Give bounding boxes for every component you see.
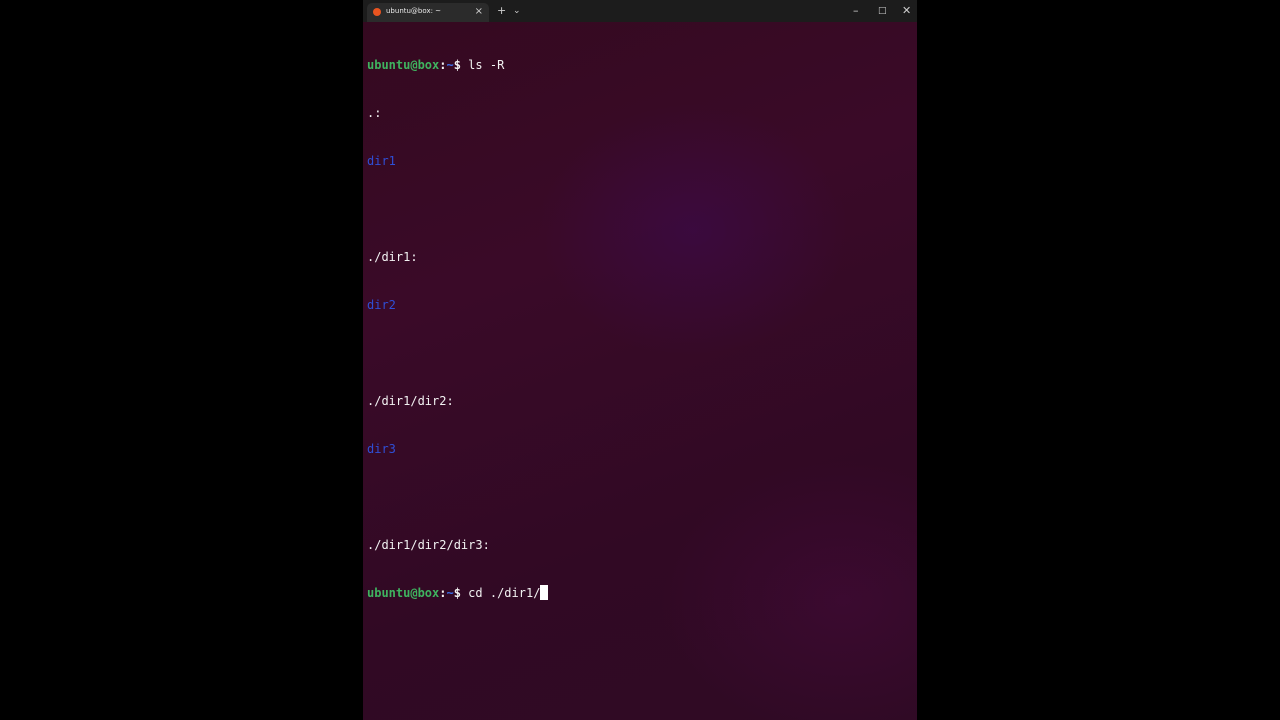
title-bar: ubuntu@box: ~ × + ⌄ – □ ✕ — [363, 0, 917, 22]
chevron-down-icon[interactable]: ⌄ — [513, 3, 521, 19]
command-line[interactable]: ubuntu@box:~$ cd ./dir1/ — [367, 585, 913, 601]
directory-entry: dir2 — [367, 298, 396, 312]
command-line: ubuntu@box:~$ ls -R — [367, 57, 913, 73]
command-input[interactable]: cd ./dir1/ — [461, 586, 540, 600]
maximize-button[interactable]: □ — [878, 3, 887, 19]
text-cursor — [540, 585, 549, 600]
directory-entry: dir1 — [367, 154, 396, 168]
output-heading: ./dir1: — [367, 250, 418, 264]
terminal-output[interactable]: ubuntu@box:~$ ls -R .: dir1 ./dir1: dir2… — [367, 25, 913, 633]
output-heading: ./dir1/dir2/dir3: — [367, 538, 490, 552]
output-heading: ./dir1/dir2: — [367, 394, 454, 408]
tab-title: ubuntu@box: ~ — [386, 7, 442, 15]
minimize-button[interactable]: – — [853, 3, 859, 19]
prompt-path: ~ — [446, 586, 454, 600]
tab-ubuntu[interactable]: ubuntu@box: ~ × — [367, 3, 489, 22]
command-text: ls -R — [460, 58, 505, 72]
tab-close-icon[interactable]: × — [475, 5, 483, 19]
prompt-symbol: $ — [453, 58, 461, 72]
new-tab-button[interactable]: + — [497, 3, 506, 19]
prompt-path: ~ — [446, 58, 454, 72]
close-button[interactable]: ✕ — [902, 3, 911, 19]
prompt-user-host: ubuntu@box — [367, 58, 440, 72]
output-heading: .: — [367, 106, 382, 120]
prompt-symbol: $ — [453, 586, 461, 600]
prompt-user-host: ubuntu@box — [367, 586, 440, 600]
ubuntu-icon — [373, 8, 381, 16]
terminal-window: ubuntu@box: ~ × + ⌄ – □ ✕ ubuntu@box:~$ … — [363, 0, 917, 720]
directory-entry: dir3 — [367, 442, 396, 456]
